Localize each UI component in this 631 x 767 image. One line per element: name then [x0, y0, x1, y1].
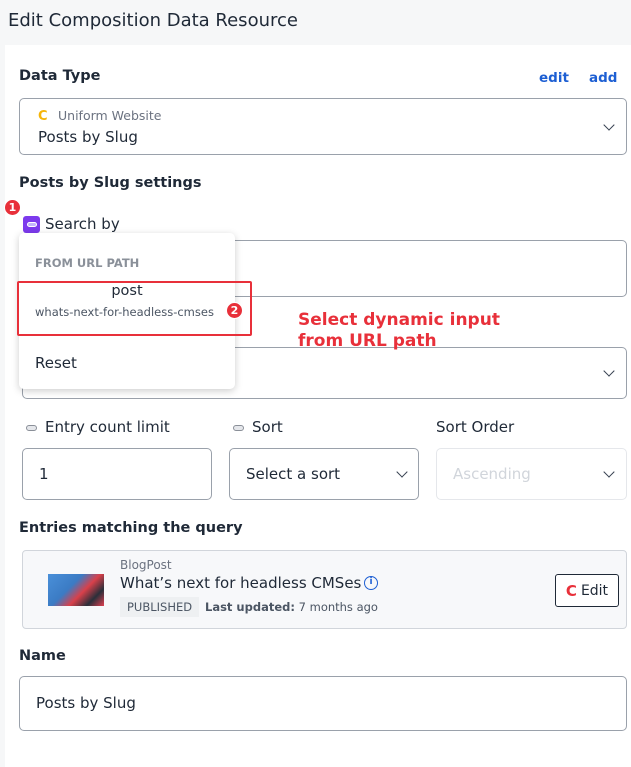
entries-heading: Entries matching the query: [19, 520, 243, 536]
dynamic-input-icon[interactable]: [23, 216, 40, 233]
name-label: Name: [19, 648, 66, 664]
add-data-type-link[interactable]: add: [589, 70, 617, 86]
page-title: Edit Composition Data Resource: [8, 10, 298, 31]
data-type-label: Data Type: [19, 68, 101, 84]
info-icon[interactable]: i: [364, 576, 378, 590]
sort-value: Select a sort: [246, 465, 341, 483]
callout-line-2: from URL path: [298, 331, 437, 351]
entry-thumbnail: [48, 574, 104, 606]
data-source-name: Uniform Website: [58, 108, 162, 123]
settings-heading: Posts by Slug settings: [19, 175, 202, 191]
dynamic-input-icon[interactable]: [233, 425, 244, 431]
uniform-logo-icon: C: [38, 109, 48, 124]
last-updated-value: 7 months ago: [298, 600, 378, 614]
chevron-down-icon: [603, 119, 615, 131]
chevron-down-icon: [603, 365, 615, 377]
sort-select[interactable]: Select a sort: [229, 448, 419, 500]
callout-line-1: Select dynamic input: [298, 310, 500, 330]
data-type-value: Posts by Slug: [38, 128, 138, 146]
last-updated-label: Last updated:: [205, 600, 295, 614]
sort-order-value: Ascending: [453, 465, 531, 483]
chevron-down-icon: [396, 466, 408, 478]
dynamic-input-icon[interactable]: [26, 425, 37, 431]
status-badge: PUBLISHED: [120, 597, 200, 617]
entry-title[interactable]: What’s next for headless CMSes: [120, 574, 361, 592]
name-value: Posts by Slug: [36, 694, 136, 712]
chevron-down-icon: [603, 466, 615, 478]
entry-count-input[interactable]: 1: [22, 448, 212, 500]
data-type-select[interactable]: C Uniform Website Posts by Slug: [19, 98, 627, 155]
dropdown-section-label: FROM URL PATH: [35, 256, 140, 270]
entry-count-value: 1: [39, 465, 49, 483]
uniform-logo-icon: C: [565, 581, 577, 600]
search-by-label: Search by: [45, 215, 120, 233]
entry-card: BlogPost What’s next for headless CMSes …: [22, 550, 627, 629]
edit-entry-button[interactable]: C Edit: [555, 574, 619, 607]
left-edge: [0, 45, 5, 767]
name-input[interactable]: Posts by Slug: [19, 676, 627, 731]
annotation-callout: Select dynamic input from URL path: [298, 310, 500, 352]
step-badge-1: 1: [4, 199, 21, 216]
entry-count-label: Entry count limit: [45, 418, 170, 436]
step-badge-2: 2: [226, 302, 243, 319]
sort-order-select[interactable]: Ascending: [436, 448, 627, 500]
highlight-box: [17, 281, 252, 336]
edit-data-type-link[interactable]: edit: [539, 70, 569, 86]
reset-option[interactable]: Reset: [35, 354, 77, 372]
sort-order-label: Sort Order: [436, 418, 515, 436]
entry-type: BlogPost: [120, 558, 172, 572]
last-updated: Last updated: 7 months ago: [205, 600, 378, 614]
edit-button-label: Edit: [580, 582, 609, 599]
sort-label: Sort: [252, 418, 283, 436]
